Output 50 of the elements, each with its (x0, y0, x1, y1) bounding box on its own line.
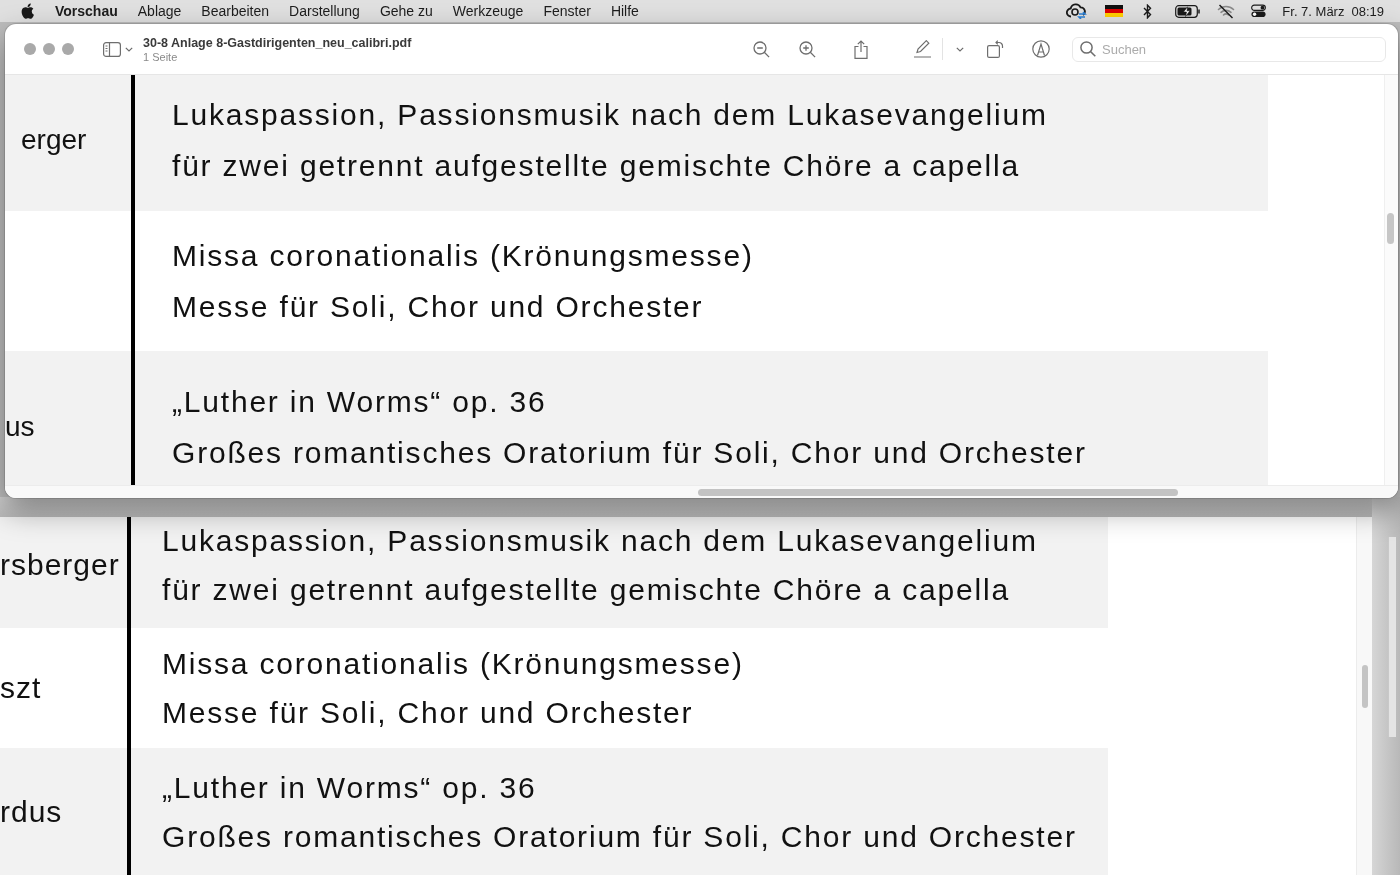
description-line: für zwei getrennt aufgestellte gemischte Chöre a capella (162, 572, 1011, 608)
rotate-icon (986, 40, 1004, 58)
menu-bar-time[interactable]: 08:19 (1351, 3, 1384, 19)
scrollbar-thumb[interactable] (1361, 665, 1368, 708)
cloud-sync-icon[interactable] (1066, 3, 1089, 19)
share-icon (854, 39, 868, 59)
description-line: Messe für Soli, Chor und Orchester (162, 695, 695, 731)
zoom-in-icon (798, 40, 816, 58)
row-label: us (5, 411, 35, 443)
window-title: 30-8 Anlage 8-Gastdirigenten_neu_calibri.pdf (143, 36, 412, 51)
menu-item[interactable]: Ablage (137, 3, 182, 19)
row-label: rsberger (0, 548, 120, 582)
row-label: rdus (0, 795, 63, 829)
description-line: Großes romantisches Oratorium für Soli, Chor und Orchester (172, 435, 1088, 471)
pencil-icon (912, 40, 932, 58)
battery-icon[interactable] (1175, 4, 1202, 18)
description-line: Großes romantisches Oratorium für Soli, Chor und Orchester (162, 819, 1078, 855)
flag-icon[interactable] (1105, 5, 1124, 17)
search-field[interactable]: Suchen (1072, 36, 1386, 62)
app-menu[interactable]: Vorschau (55, 3, 118, 19)
sidebar-icon (103, 41, 121, 57)
wifi-off-icon[interactable] (1217, 3, 1236, 19)
scrollbar-thumb[interactable] (1387, 213, 1394, 244)
zoom-out-icon (752, 40, 770, 58)
menu-item[interactable]: Fenster (543, 3, 591, 19)
menu-item[interactable]: Gehe zu (379, 3, 433, 19)
apple-icon[interactable] (21, 3, 34, 19)
menu-item[interactable]: Bearbeiten (201, 3, 270, 19)
scrollbar-thumb[interactable] (698, 489, 1178, 496)
row-label: erger (20, 124, 87, 156)
description-line: Lukaspassion, Passionsmusik nach dem Lukasevangelium (172, 97, 1049, 133)
description-line: für zwei getrennt aufgestellte gemischte Chöre a capella (172, 148, 1021, 184)
menu-bar-date[interactable]: Fr. 7. März (1282, 3, 1345, 19)
row-label: szt (0, 671, 42, 705)
bluetooth-icon[interactable] (1143, 3, 1153, 19)
menu-item[interactable]: Hilfe (610, 3, 639, 19)
menu-item[interactable]: Darstellung (289, 3, 360, 19)
description-line: „Luther in Worms“ op. 36 (162, 770, 538, 806)
description-line: Missa coronationalis (Krönungsmesse) (172, 238, 755, 274)
page-count: 1 Seite (143, 51, 179, 64)
chevron-down-icon (125, 46, 133, 52)
toggle-switches-icon[interactable] (1251, 4, 1267, 18)
description-line: Messe für Soli, Chor und Orchester (172, 289, 705, 325)
chevron-down-icon (956, 46, 964, 52)
search-icon (1080, 40, 1096, 57)
pen-tip-circle-icon (1032, 40, 1050, 58)
description-line: Lukaspassion, Passionsmusik nach dem Lukasevangelium (162, 523, 1039, 559)
menu-item[interactable]: Werkzeuge (452, 3, 524, 19)
description-line: „Luther in Worms“ op. 36 (172, 384, 548, 420)
description-line: Missa coronationalis (Krönungsmesse) (162, 646, 745, 682)
